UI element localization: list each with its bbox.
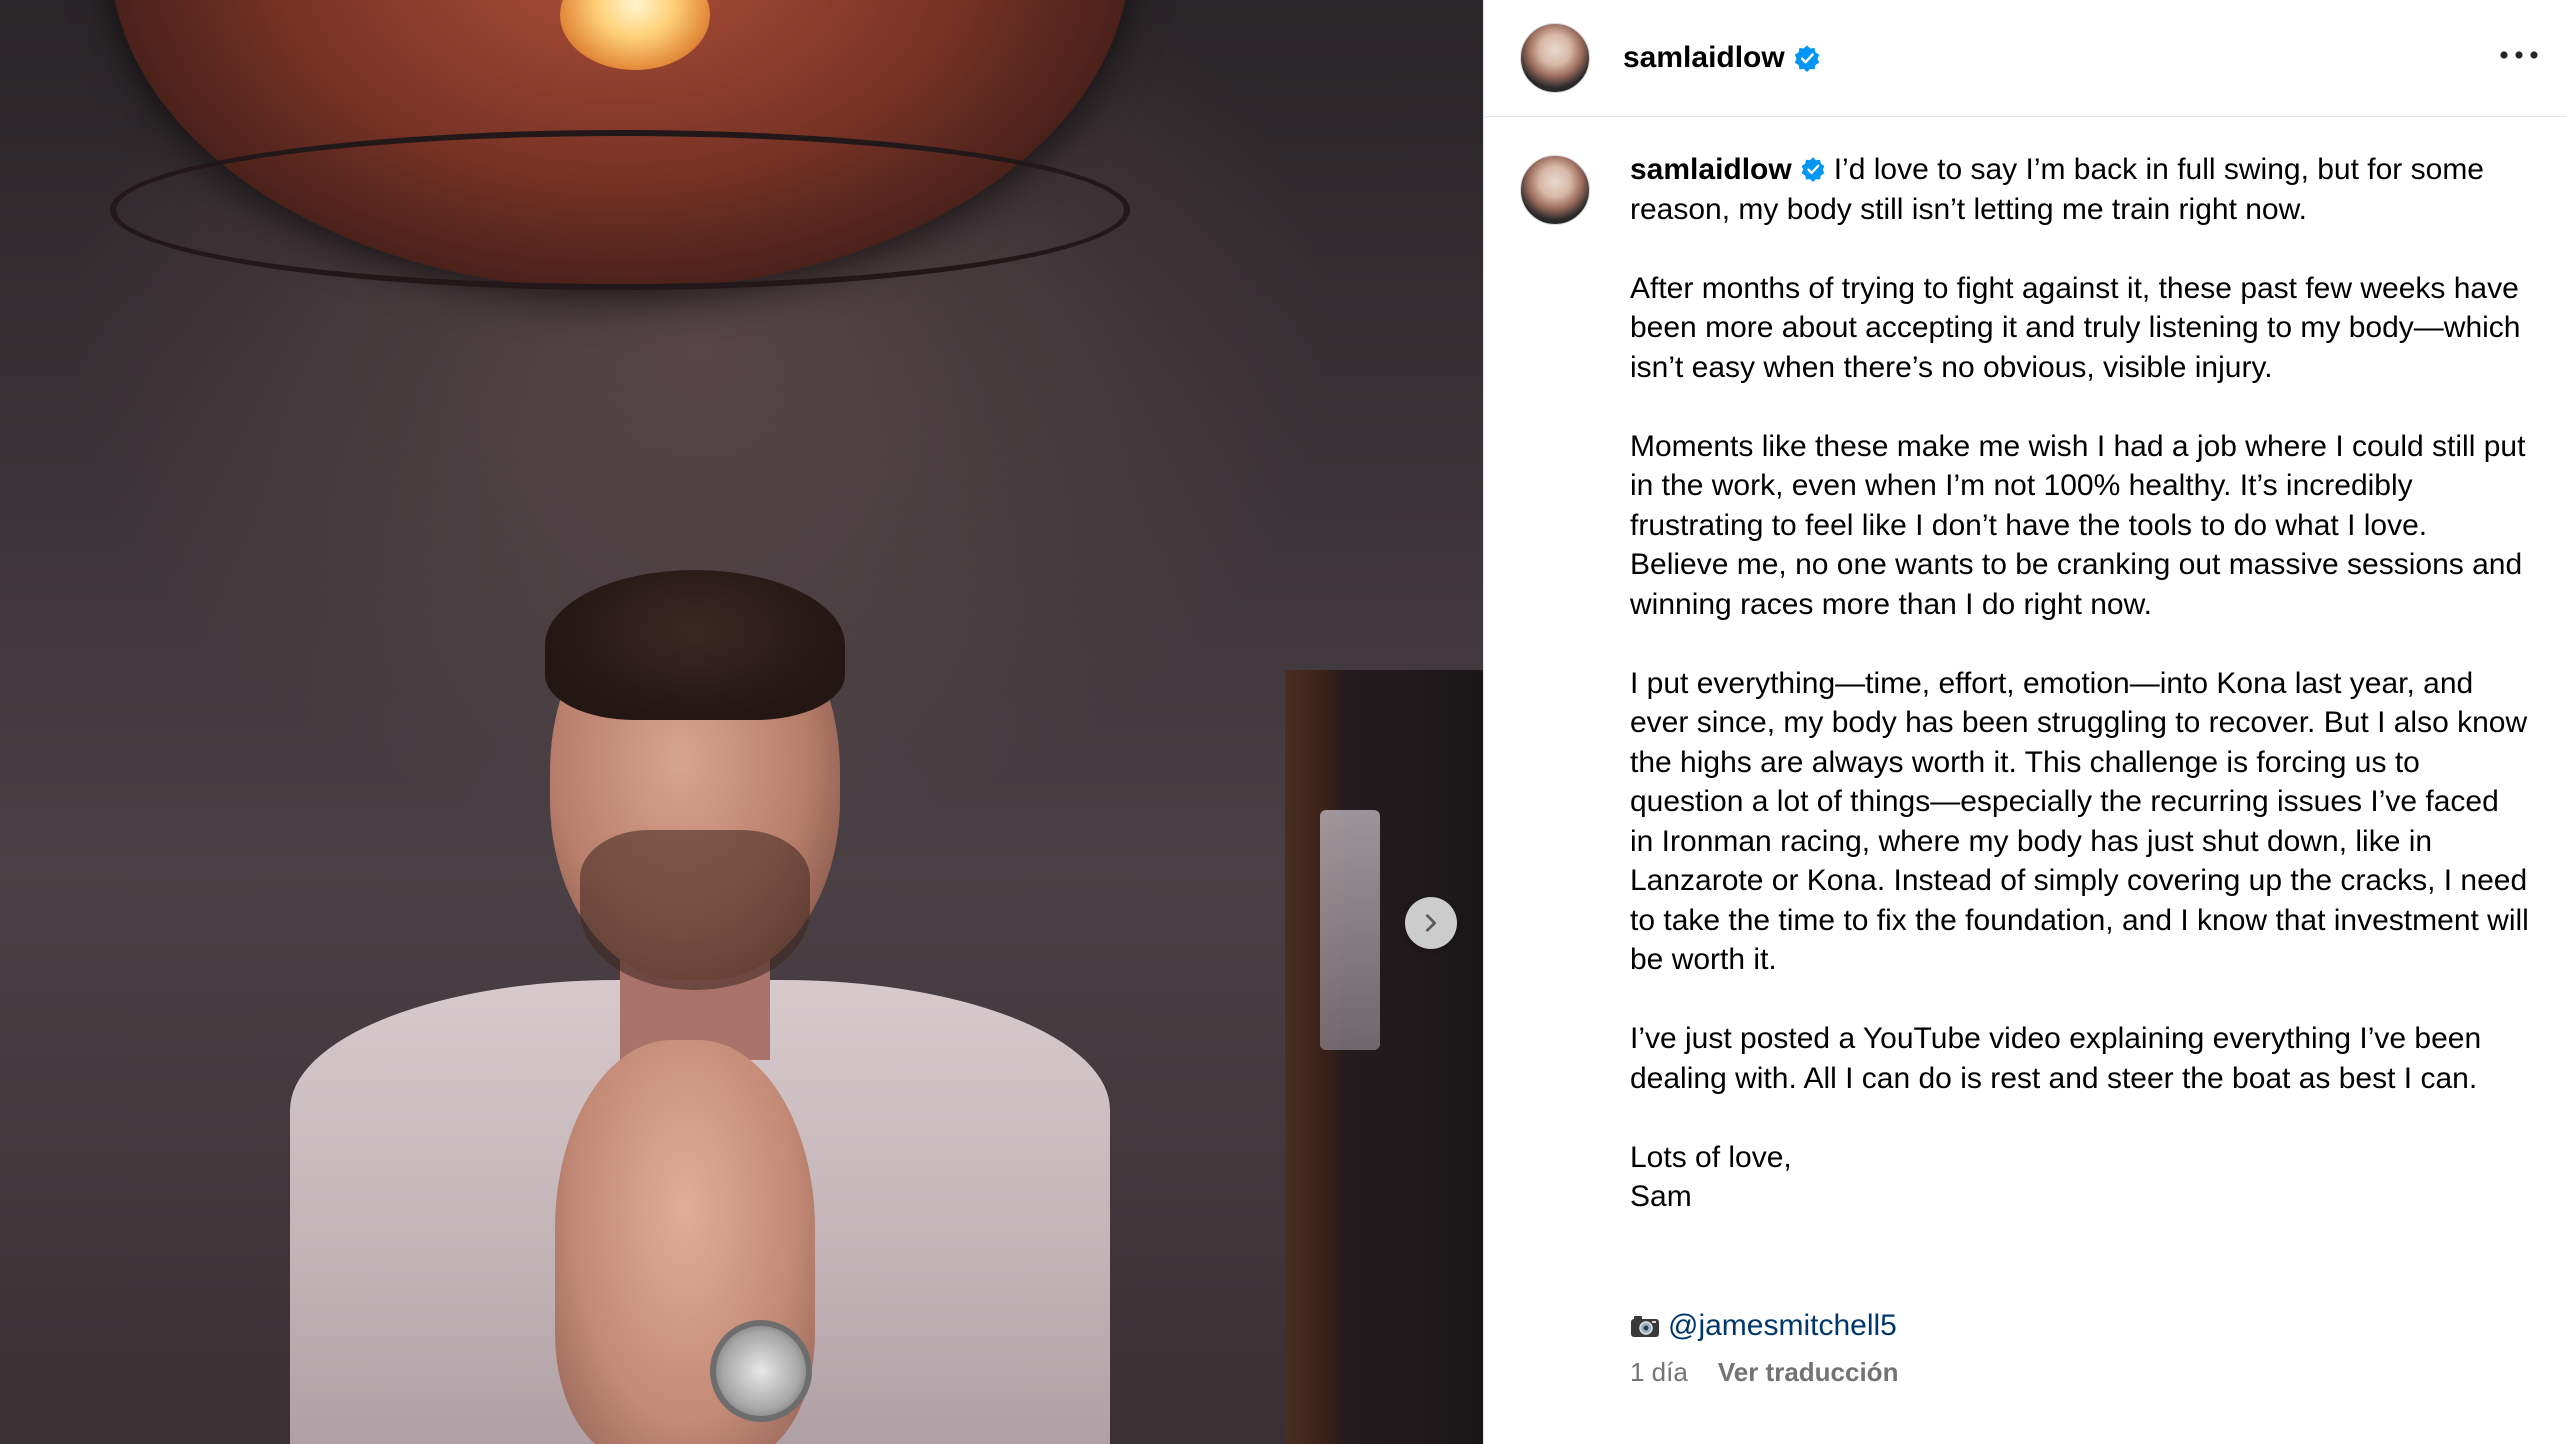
post-photo [0, 0, 1483, 1444]
post-meta: 1 día Ver traducción [1630, 1357, 1898, 1388]
photo-lamp-rim [110, 130, 1130, 290]
post-side-panel: samlaidlow samlaidlow I’d love to say I’… [1483, 0, 2566, 1444]
instagram-post-view: samlaidlow samlaidlow I’d love to say I’… [0, 0, 2566, 1444]
more-options-button[interactable] [2494, 30, 2544, 80]
verified-badge-icon [1801, 157, 1825, 182]
caption-signoff-line-2: Sam [1630, 1180, 1692, 1213]
post-header: samlaidlow [1484, 0, 2566, 117]
more-horizontal-icon [2500, 51, 2538, 59]
post-timestamp[interactable]: 1 día [1630, 1357, 1688, 1388]
caption-signoff: Lots of love, Sam [1630, 1138, 2530, 1217]
post-caption: samlaidlow I’d love to say I’m back in f… [1630, 150, 2530, 1217]
caption-paragraph-3: Moments like these make me wish I had a … [1630, 429, 2526, 621]
caption-paragraph-4: I put everything—time, effort, emotion—i… [1630, 666, 2529, 977]
photo-person [290, 570, 1110, 1444]
photo-credit: @jamesmitchell5 [1630, 1306, 1897, 1345]
header-username[interactable]: samlaidlow [1623, 41, 1785, 75]
verified-badge-icon [1794, 45, 1819, 72]
photo-person-watch [710, 1320, 812, 1422]
photo-doorway [1285, 670, 1483, 1444]
next-photo-button[interactable] [1405, 897, 1457, 949]
photo-door-window [1320, 810, 1380, 1050]
chevron-right-icon [1425, 914, 1437, 932]
avatar[interactable] [1520, 23, 1590, 93]
credit-mention-link[interactable]: @jamesmitchell5 [1668, 1309, 1897, 1342]
photo-person-beard [580, 830, 810, 990]
caption-username[interactable]: samlaidlow [1630, 153, 1792, 186]
caption-signoff-line-1: Lots of love, [1630, 1140, 1792, 1174]
caption-paragraph-5: I’ve just posted a YouTube video explain… [1630, 1022, 2482, 1095]
translate-button[interactable]: Ver traducción [1718, 1357, 1899, 1388]
photo-person-hair [545, 570, 845, 720]
caption-paragraph-2: After months of trying to fight against … [1630, 271, 2521, 384]
camera-icon [1631, 1316, 1659, 1337]
caption-avatar[interactable] [1520, 155, 1590, 225]
